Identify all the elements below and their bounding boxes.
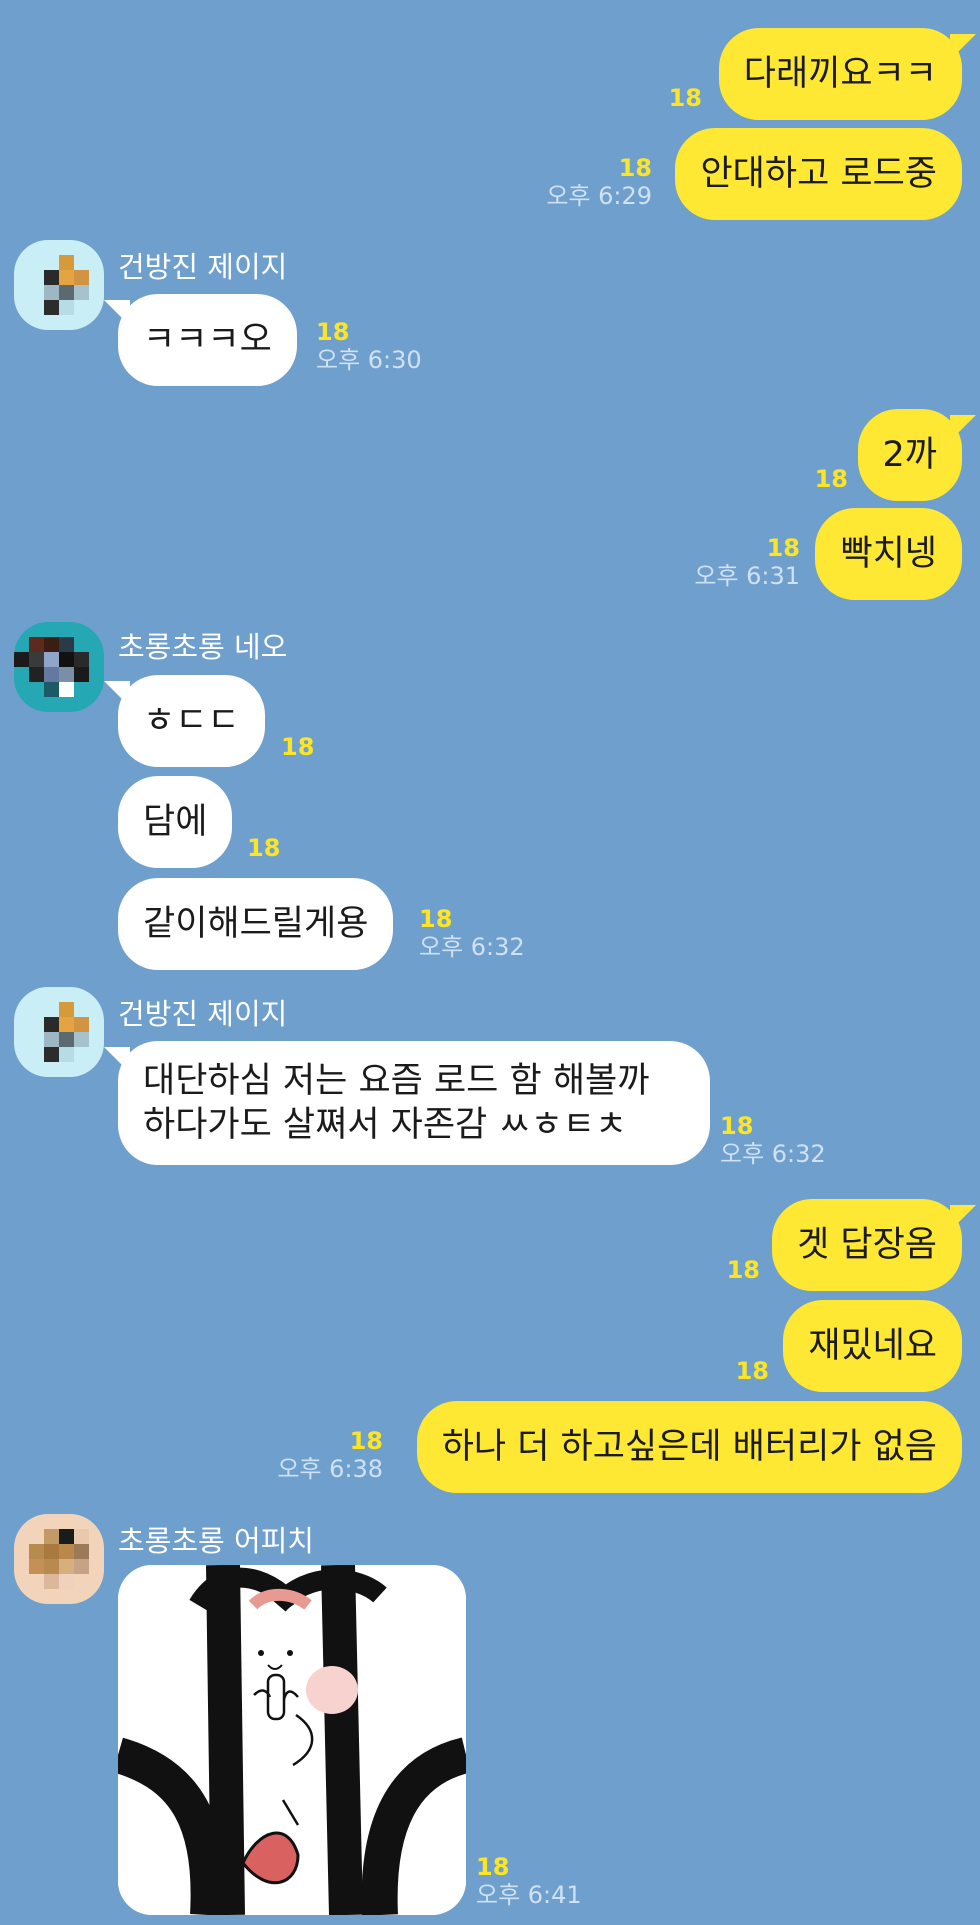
unread-count: 18 bbox=[814, 465, 848, 493]
my-message-bubble[interactable]: 겟 답장옴 bbox=[772, 1199, 976, 1291]
their-message-bubble[interactable]: ㅋㅋㅋ오 bbox=[104, 294, 297, 386]
message-meta: 18 bbox=[281, 733, 314, 761]
message-text: 재밌네요 bbox=[808, 1326, 937, 1366]
message-meta: 18 오후 6:29 bbox=[546, 154, 652, 210]
unread-count: 18 bbox=[766, 534, 800, 562]
avatar[interactable] bbox=[14, 987, 104, 1077]
unread-count: 18 bbox=[476, 1853, 510, 1881]
message-text: 대단하심 저는 요즘 로드 함 해볼까 bbox=[143, 1061, 650, 1101]
message-meta: 18 bbox=[815, 465, 848, 493]
message-text: 담에 bbox=[143, 802, 208, 842]
my-message-bubble[interactable]: 안대하고 로드중 bbox=[675, 128, 962, 220]
message-text: 안대하고 로드중 bbox=[700, 154, 937, 194]
my-message-bubble[interactable]: 재밌네요 bbox=[783, 1300, 962, 1392]
avatar[interactable] bbox=[14, 240, 104, 330]
message-text: 겟 답장옴 bbox=[797, 1225, 937, 1265]
my-message-bubble[interactable]: 빡치넹 bbox=[815, 508, 962, 600]
message-meta: 18 오후 6:41 bbox=[476, 1853, 582, 1909]
their-message-bubble[interactable]: 같이해드릴게용 bbox=[118, 878, 394, 970]
my-message-bubble[interactable]: 다래끼요ㅋㅋ bbox=[718, 28, 977, 120]
message-meta: 18 오후 6:32 bbox=[720, 1112, 826, 1168]
timestamp: 오후 6:32 bbox=[419, 933, 525, 961]
unread-count: 18 bbox=[281, 733, 315, 761]
avatar[interactable] bbox=[14, 622, 104, 712]
timestamp: 오후 6:41 bbox=[476, 1881, 582, 1909]
unread-count: 18 bbox=[349, 1427, 383, 1455]
unread-count: 18 bbox=[247, 834, 281, 862]
their-message-bubble[interactable]: ㅎㄷㄷ bbox=[104, 675, 265, 767]
sender-name: 건방진 제이지 bbox=[118, 250, 288, 284]
message-text: 빡치넹 bbox=[840, 534, 937, 574]
avatar[interactable] bbox=[14, 1514, 104, 1604]
message-text: 하다가도 살쪄서 자존감 ㅆㅎㅌㅊ bbox=[143, 1105, 628, 1145]
message-meta: 18 bbox=[736, 1357, 769, 1385]
message-text: ㅎㄷㄷ bbox=[143, 701, 240, 741]
message-meta: 18 bbox=[247, 834, 280, 862]
timestamp: 오후 6:29 bbox=[546, 182, 652, 210]
sender-name: 건방진 제이지 bbox=[118, 997, 288, 1031]
unread-count: 18 bbox=[735, 1357, 769, 1385]
unread-count: 18 bbox=[419, 905, 453, 933]
message-meta: 18 bbox=[727, 1256, 760, 1284]
their-message-bubble[interactable]: 담에 bbox=[118, 776, 233, 868]
timestamp: 오후 6:32 bbox=[720, 1140, 826, 1168]
timestamp: 오후 6:30 bbox=[316, 346, 422, 374]
message-meta: 18 오후 6:32 bbox=[419, 905, 525, 961]
message-text: 2까 bbox=[882, 435, 937, 475]
my-message-bubble[interactable]: 2까 bbox=[857, 409, 977, 501]
unread-count: 18 bbox=[720, 1112, 754, 1140]
unread-count: 18 bbox=[618, 154, 652, 182]
timestamp: 오후 6:38 bbox=[277, 1455, 383, 1483]
message-text: 하나 더 하고싶은데 배터리가 없음 bbox=[441, 1427, 937, 1467]
message-meta: 18 bbox=[669, 84, 702, 112]
unread-count: 18 bbox=[316, 318, 350, 346]
message-text: 다래끼요ㅋㅋ bbox=[743, 54, 937, 94]
message-meta: 18 오후 6:31 bbox=[694, 534, 800, 590]
sticker-drawing bbox=[118, 1565, 466, 1915]
sender-name: 초롱초롱 네오 bbox=[118, 630, 288, 664]
chat-room: 다래끼요ㅋㅋ 18 안대하고 로드중 18 오후 6:29 건방진 제이지 ㅋㅋ… bbox=[0, 0, 980, 1925]
message-text: 같이해드릴게용 bbox=[143, 904, 369, 944]
message-text: ㅋㅋㅋ오 bbox=[143, 320, 272, 360]
message-meta: 18 오후 6:30 bbox=[316, 318, 422, 374]
sticker-image[interactable] bbox=[118, 1565, 466, 1915]
unread-count: 18 bbox=[726, 1256, 760, 1284]
my-message-bubble[interactable]: 하나 더 하고싶은데 배터리가 없음 bbox=[416, 1401, 962, 1493]
unread-count: 18 bbox=[668, 84, 702, 112]
message-meta: 18 오후 6:38 bbox=[277, 1427, 383, 1483]
sender-name: 초롱초롱 어피치 bbox=[118, 1524, 314, 1558]
their-message-bubble[interactable]: 대단하심 저는 요즘 로드 함 해볼까 하다가도 살쪄서 자존감 ㅆㅎㅌㅊ bbox=[104, 1041, 710, 1165]
timestamp: 오후 6:31 bbox=[694, 562, 800, 590]
